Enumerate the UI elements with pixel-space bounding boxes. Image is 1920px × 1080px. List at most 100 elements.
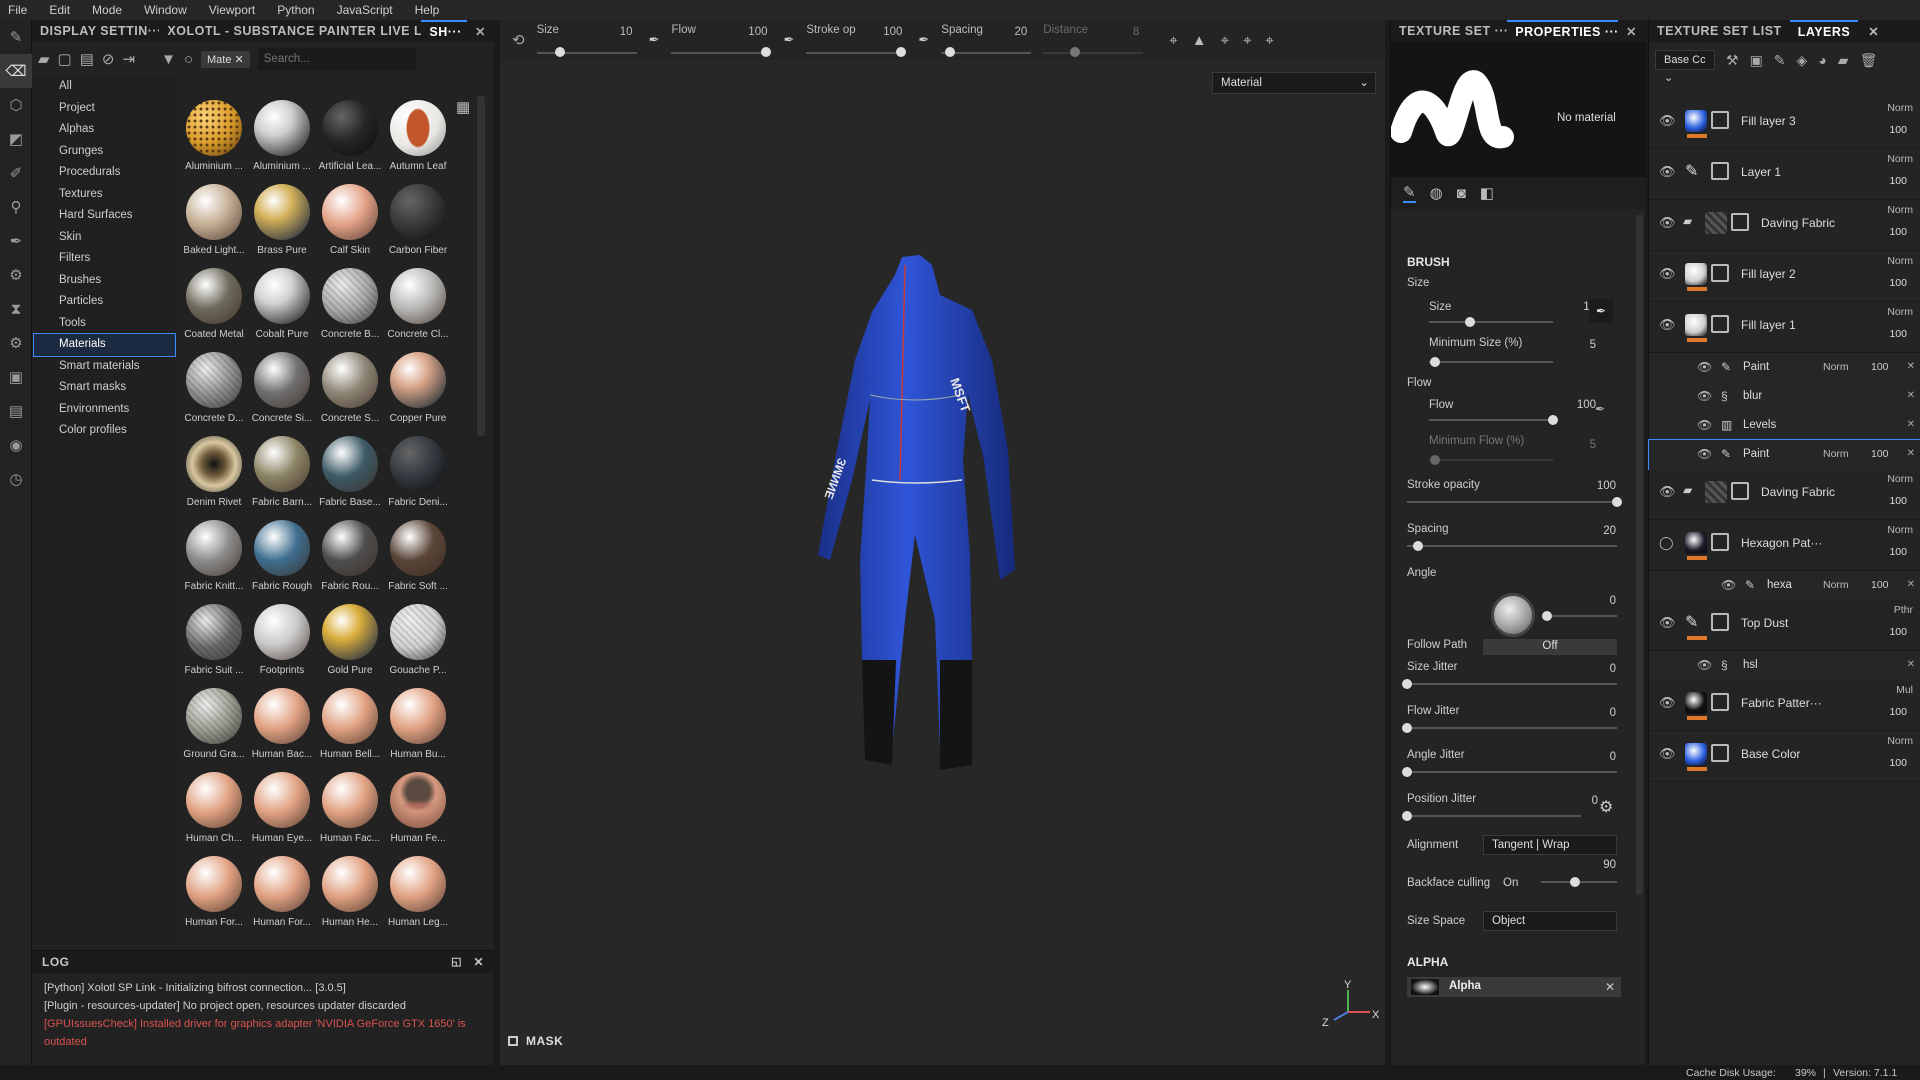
orbit-icon[interactable]: ⌖: [1221, 32, 1229, 49]
pen-pressure-icon[interactable]: ✒: [1595, 402, 1605, 416]
layer-blend[interactable]: Norm: [1887, 204, 1913, 216]
category-filters[interactable]: Filters: [32, 248, 177, 270]
history-icon[interactable]: ◷: [0, 462, 32, 496]
toolbar-slider-size[interactable]: Size 10: [536, 20, 637, 60]
toolbar-slider-distance[interactable]: Distance 8: [1043, 20, 1144, 60]
layer-row[interactable]: 👁 Fabric Patter··· Mul 100: [1649, 680, 1920, 731]
eye-icon[interactable]: 👁: [1659, 484, 1676, 500]
material-tile[interactable]: Concrete D...: [180, 348, 248, 432]
material-tab-icon[interactable]: ◍: [1430, 184, 1443, 202]
material-tile[interactable]: Human Eye...: [248, 768, 316, 852]
material-tile[interactable]: Calf Skin: [316, 180, 384, 264]
layer-row[interactable]: 👁 Fill layer 2 Norm 100: [1649, 251, 1920, 302]
angle-jitter-slider-knob[interactable]: [1402, 767, 1412, 777]
eye-icon[interactable]: 👁: [1659, 215, 1676, 231]
material-tile[interactable]: Copper Pure: [384, 348, 452, 432]
tab-properties[interactable]: PROPERTIES ···: [1507, 20, 1619, 42]
search-input[interactable]: [257, 48, 416, 70]
material-tile[interactable]: Artificial Lea...: [316, 96, 384, 180]
tab-texture-set[interactable]: TEXTURE SET ···: [1391, 24, 1507, 38]
backface-slider-knob[interactable]: [1570, 877, 1581, 887]
pen-pressure-icon[interactable]: ✒: [918, 32, 929, 48]
flow-jitter-slider-knob[interactable]: [1402, 723, 1412, 733]
pen-pressure-icon[interactable]: ✒: [1589, 299, 1613, 323]
layer-opacity[interactable]: 100: [1889, 546, 1907, 558]
save-icon[interactable]: ▤: [80, 50, 94, 68]
material-tile[interactable]: Human Fe...: [384, 768, 452, 852]
eye-icon[interactable]: 👁: [1697, 418, 1712, 432]
min-size-slider-knob[interactable]: [1430, 357, 1441, 367]
filter-icon[interactable]: ▼: [161, 51, 176, 68]
layer-opacity[interactable]: 100: [1889, 706, 1907, 718]
import-icon[interactable]: ⇥: [123, 50, 136, 68]
hide-icon[interactable]: ⊘: [102, 50, 115, 68]
material-tile[interactable]: Fabric Knitt...: [180, 516, 248, 600]
size-slider-knob[interactable]: [1464, 317, 1475, 327]
add-folder-icon[interactable]: ▰: [1838, 52, 1849, 69]
effect-row[interactable]: 👁 ✎ Paint Norm 100 ✕: [1648, 439, 1920, 470]
color-picker-icon[interactable]: ✒: [0, 224, 32, 258]
layer-blend[interactable]: Norm: [1887, 473, 1913, 485]
min-flow-slider-knob[interactable]: [1430, 455, 1441, 465]
angle-slider-knob[interactable]: [1541, 611, 1552, 621]
material-tile[interactable]: Cobalt Pure: [248, 264, 316, 348]
material-tile[interactable]: Autumn Leaf: [384, 96, 452, 180]
material-tile[interactable]: Fabric Deni...: [384, 432, 452, 516]
material-tile[interactable]: Human Bu...: [384, 684, 452, 768]
category-grunges[interactable]: Grunges: [32, 141, 177, 163]
material-tile[interactable]: Fabric Soft ...: [384, 516, 452, 600]
eye-icon[interactable]: 👁: [1697, 360, 1712, 374]
close-icon[interactable]: ✕: [467, 24, 494, 39]
effect-blend[interactable]: Norm: [1823, 361, 1849, 373]
close-icon[interactable]: ✕: [1618, 24, 1645, 39]
effect-opacity[interactable]: 100: [1871, 448, 1889, 460]
close-icon[interactable]: ✕: [1907, 390, 1915, 401]
mask-tab-icon[interactable]: ◙: [1457, 185, 1466, 202]
menu-edit[interactable]: Edit: [49, 3, 70, 17]
effect-opacity[interactable]: 100: [1871, 579, 1889, 591]
material-tile[interactable]: Aluminium ...: [248, 96, 316, 180]
layer-row[interactable]: 👁 ▰ Daving Fabric Norm 100: [1649, 469, 1920, 520]
add-generator-icon[interactable]: ◕: [1818, 52, 1826, 68]
material-tile[interactable]: Brass Pure: [248, 180, 316, 264]
category-skin[interactable]: Skin: [32, 227, 177, 249]
material-tile[interactable]: Concrete S...: [316, 348, 384, 432]
close-icon[interactable]: ✕: [1605, 980, 1615, 994]
layer-opacity[interactable]: 100: [1889, 226, 1907, 238]
layer-row[interactable]: 👁 ✎ Layer 1 Norm 100: [1649, 149, 1920, 200]
size-space-select[interactable]: Object: [1483, 911, 1617, 931]
export-icon[interactable]: ▤: [0, 394, 32, 428]
float-icon[interactable]: ◱: [451, 951, 462, 973]
settings-gear-icon[interactable]: ⚙: [1599, 797, 1613, 817]
lazy-mouse-icon[interactable]: ⌖: [1169, 32, 1177, 49]
pen-pressure-icon[interactable]: ✒: [783, 32, 794, 48]
eye-icon[interactable]: ◯: [1659, 535, 1674, 551]
effect-row[interactable]: 👁 ✎ hexa Norm 100 ✕: [1649, 571, 1920, 600]
category-procedurals[interactable]: Procedurals: [32, 162, 177, 184]
layer-opacity[interactable]: 100: [1889, 757, 1907, 769]
menu-javascript[interactable]: JavaScript: [337, 3, 393, 17]
transform-icon[interactable]: ⌖: [1243, 32, 1251, 49]
eraser-icon[interactable]: ⌫: [0, 54, 32, 88]
material-tile[interactable]: Coated Metal: [180, 264, 248, 348]
layer-row[interactable]: 👁 Fill layer 3 Norm 100: [1649, 98, 1920, 149]
material-tile[interactable]: Human Leg...: [384, 852, 452, 936]
material-tile[interactable]: Baked Light...: [180, 180, 248, 264]
viewport-3d[interactable]: MSFT ƎИИMƐ Material ⌄ Y Z X: [500, 60, 1385, 1065]
eye-icon[interactable]: 👁: [1721, 578, 1736, 592]
position-jitter-slider-knob[interactable]: [1402, 811, 1412, 821]
layer-blend[interactable]: Norm: [1887, 102, 1913, 114]
layer-row[interactable]: 👁 Fill layer 1 Norm 100: [1649, 302, 1920, 353]
layer-row[interactable]: ◯ Hexagon Pat··· Norm 100: [1649, 520, 1920, 571]
layer-row[interactable]: 👁 ▰ Daving Fabric Norm 100: [1649, 200, 1920, 251]
material-tile[interactable]: Human Bell...: [316, 684, 384, 768]
effect-row[interactable]: 👁 ✎ Paint Norm 100 ✕: [1649, 353, 1920, 382]
category-alphas[interactable]: Alphas: [32, 119, 177, 141]
new-file-icon[interactable]: ▢: [58, 50, 72, 68]
settings-gear-icon[interactable]: ⚙: [0, 258, 32, 292]
effect-blend[interactable]: Norm: [1823, 579, 1849, 591]
category-materials[interactable]: Materials: [33, 333, 176, 357]
filter-chip[interactable]: Mate ✕: [201, 50, 250, 68]
tab-layers[interactable]: LAYERS: [1789, 20, 1859, 42]
python-icon[interactable]: ▣: [0, 360, 32, 394]
